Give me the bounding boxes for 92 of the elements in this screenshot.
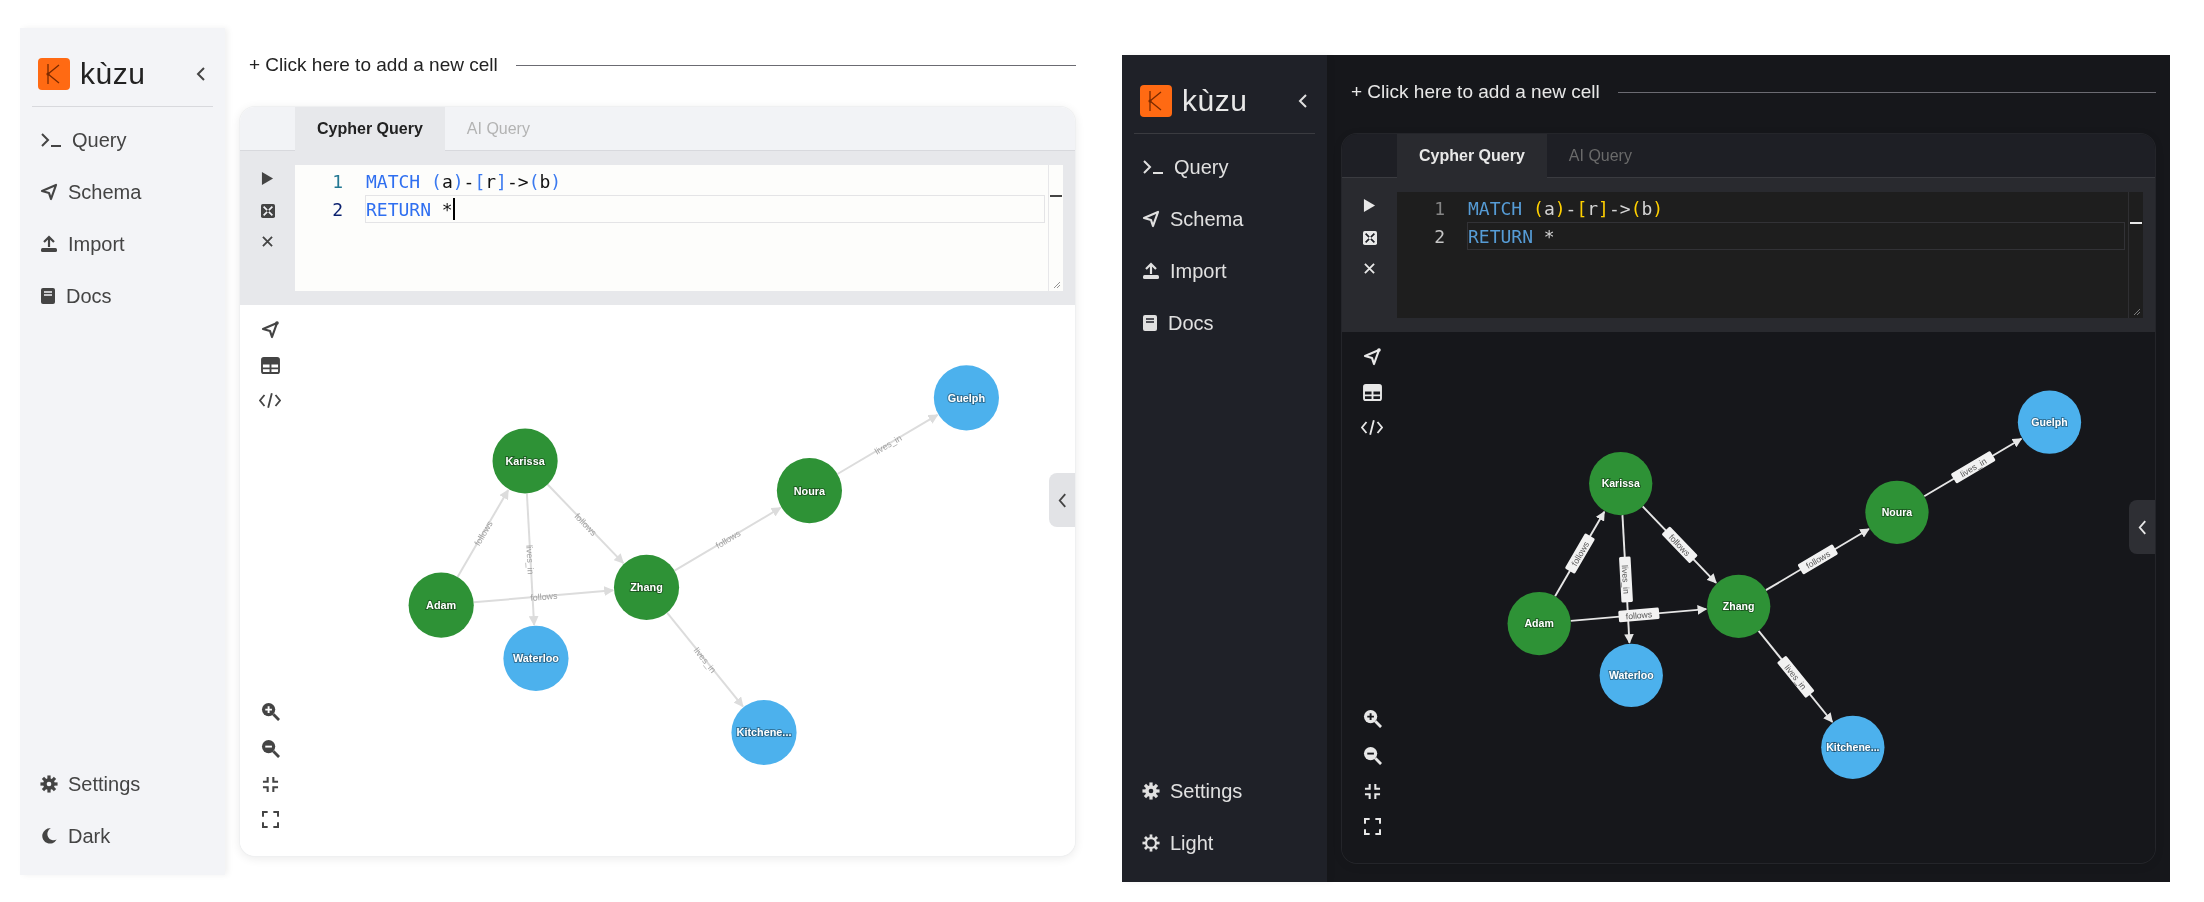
line-number: 2 <box>331 198 344 220</box>
resize-grip-icon[interactable] <box>2133 308 2141 316</box>
chevron-left-icon[interactable] <box>195 66 207 82</box>
node-label: Zhang <box>1722 600 1755 613</box>
tab[interactable]: Cypher Query <box>1397 134 1547 178</box>
settings-icon <box>40 775 58 793</box>
graph-node[interactable] <box>1707 574 1771 638</box>
edge-label: follows <box>529 590 558 603</box>
graph-node[interactable] <box>1599 643 1663 708</box>
expand-arrows-icon[interactable] <box>1362 231 1377 245</box>
zoom-out-icon[interactable] <box>1362 746 1382 765</box>
node-label: Noura <box>1881 506 1913 519</box>
add-cell-link[interactable]: + Click here to add a new cell <box>249 54 498 76</box>
book-icon <box>40 287 56 305</box>
code-editor[interactable]: 1 MATCH (a)-[r]->(b) 2 RETURN * <box>1397 192 2143 318</box>
tab[interactable]: Cypher Query <box>295 107 445 151</box>
logo-icon <box>38 58 70 90</box>
graph-node[interactable] <box>933 365 999 431</box>
play-icon[interactable] <box>261 171 274 186</box>
node-label: Adam <box>1524 617 1554 630</box>
chevron-left-icon <box>1056 491 1068 509</box>
node-label: Zhang <box>630 581 663 594</box>
node-label: Guelph <box>2031 416 2068 428</box>
graph-node[interactable] <box>492 428 558 494</box>
settings-icon <box>1142 782 1160 800</box>
graph-node[interactable] <box>1821 715 1885 779</box>
edge-label: follows <box>1618 607 1660 623</box>
nav-item[interactable]: Import <box>1134 252 1315 290</box>
node-label: Adam <box>426 599 457 612</box>
zoom-in-icon[interactable] <box>260 702 280 721</box>
nav-item[interactable]: Schema <box>1134 200 1315 238</box>
upload-icon <box>1142 262 1160 280</box>
line-number: 1 <box>1433 197 1446 219</box>
graph-node[interactable] <box>2017 390 2082 454</box>
graph-node[interactable] <box>1865 480 1929 544</box>
nav-item[interactable]: Dark <box>32 817 213 855</box>
code-editor[interactable]: 1 MATCH (a)-[r]->(b) 2 RETURN * <box>295 165 1063 291</box>
graph-node[interactable] <box>408 572 474 638</box>
terminal-icon <box>40 132 62 148</box>
nav-item[interactable]: Settings <box>1134 772 1315 810</box>
zoom-out-icon[interactable] <box>260 739 280 758</box>
chevron-left-icon <box>2136 518 2148 536</box>
nav-item[interactable]: Docs <box>1134 304 1315 342</box>
chevron-left-icon[interactable] <box>1297 93 1309 109</box>
resize-grip-icon[interactable] <box>1053 281 1061 289</box>
nav-item[interactable]: Schema <box>32 173 213 211</box>
nav-item[interactable]: Query <box>1134 148 1315 186</box>
upload-icon <box>40 235 58 253</box>
graph-node[interactable] <box>731 699 797 766</box>
edge-label: lives_in <box>524 544 536 575</box>
graph-node[interactable] <box>613 554 680 620</box>
nav-item[interactable]: Settings <box>32 765 213 803</box>
node-label: Guelph <box>947 391 986 404</box>
logo-text: kùzu <box>1182 84 1249 118</box>
code-line: MATCH (a)-[r]->(b) <box>365 169 563 194</box>
moon-icon <box>40 827 58 845</box>
node-label: Waterloo <box>512 652 559 665</box>
graph-node[interactable] <box>776 458 842 524</box>
terminal-icon <box>1142 159 1164 175</box>
fullscreen-icon[interactable] <box>261 811 279 828</box>
node-label: Waterloo <box>1608 669 1654 682</box>
line-number: 2 <box>1433 225 1446 247</box>
book-icon <box>1142 314 1158 332</box>
nav-item[interactable]: Import <box>32 225 213 263</box>
sun-icon <box>1142 834 1160 852</box>
node-label: Noura <box>793 484 826 497</box>
edge-label: lives_in <box>1619 556 1633 603</box>
nav-item[interactable]: Docs <box>32 277 213 315</box>
graph-node[interactable] <box>503 625 569 691</box>
node-label: Karissa <box>1601 477 1640 490</box>
nav-item[interactable]: Query <box>32 121 213 159</box>
expand-arrows-icon[interactable] <box>260 204 275 218</box>
panel-toggle-button[interactable] <box>2129 500 2155 554</box>
collapse-icon[interactable] <box>261 776 279 793</box>
logo-icon <box>1140 85 1172 117</box>
graph-node[interactable] <box>1589 451 1653 516</box>
code-icon[interactable] <box>259 392 281 409</box>
graph-node[interactable] <box>1507 591 1571 656</box>
node-label: Kitchene... <box>1826 741 1880 754</box>
node-label: Karissa <box>505 454 545 467</box>
line-number: 1 <box>331 170 344 192</box>
nav-item[interactable]: Light <box>1134 824 1315 862</box>
node-label: Kitchene... <box>736 726 792 739</box>
panel-toggle-button[interactable] <box>1049 473 1075 527</box>
play-icon[interactable] <box>1363 198 1376 213</box>
zoom-in-icon[interactable] <box>1362 709 1382 728</box>
code-line: MATCH (a)-[r]->(b) <box>1467 196 1665 221</box>
logo-text: kùzu <box>80 57 147 91</box>
table-icon[interactable] <box>260 357 280 374</box>
add-cell-link[interactable]: + Click here to add a new cell <box>1351 81 1600 103</box>
scrollbar[interactable] <box>2128 192 2143 318</box>
close-icon[interactable] <box>262 236 273 247</box>
